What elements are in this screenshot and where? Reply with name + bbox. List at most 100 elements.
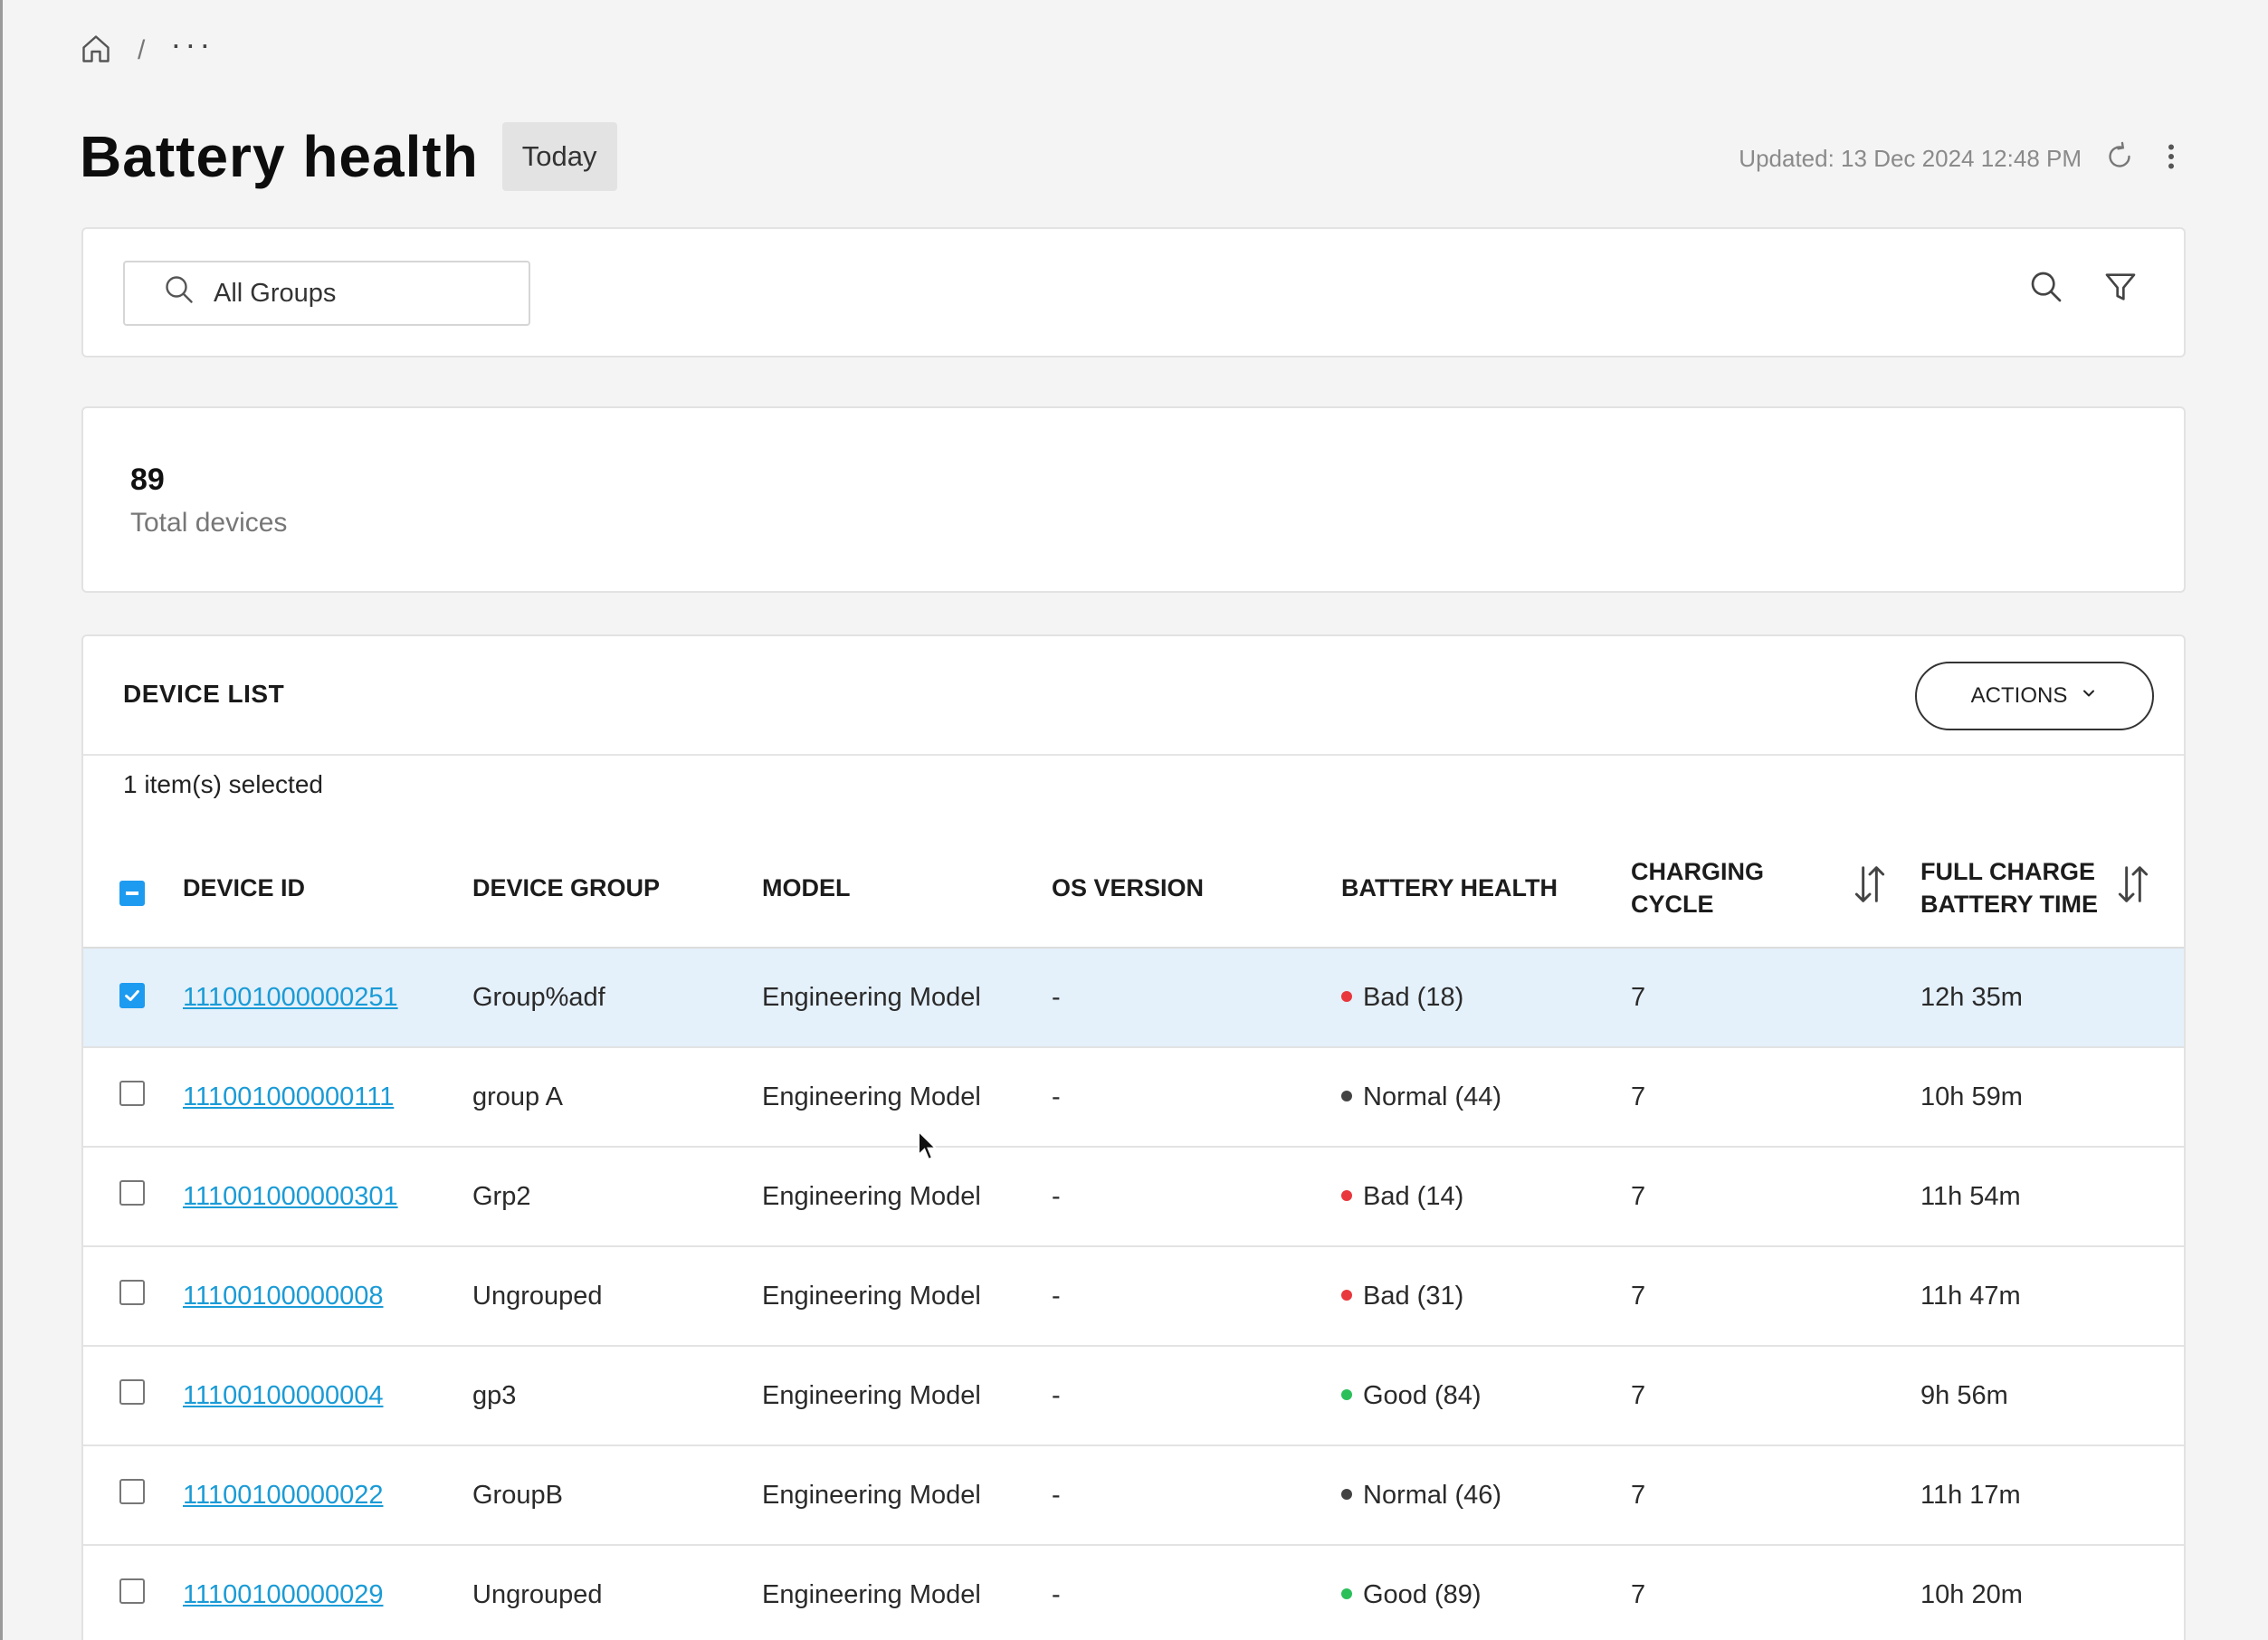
model-cell: Engineering Model	[762, 1445, 1052, 1546]
row-checkbox[interactable]	[119, 1081, 145, 1106]
device-list-card: DEVICE LIST ACTIONS 1 item(s) selected D…	[81, 634, 2186, 1640]
search-icon[interactable]	[2028, 269, 2064, 310]
refresh-icon[interactable]	[2103, 140, 2136, 177]
select-all-checkbox[interactable]	[119, 880, 145, 906]
device-group-cell: Ungrouped	[472, 1246, 762, 1347]
mouse-cursor-icon	[918, 1130, 939, 1161]
table-row[interactable]: 11100100000022 GroupB Engineering Model - No…	[83, 1445, 2184, 1546]
model-cell: Engineering Model	[762, 1346, 1052, 1446]
row-checkbox[interactable]	[119, 1479, 145, 1504]
sort-icon[interactable]	[2113, 863, 2153, 914]
battery-health-value: Normal (46)	[1363, 1480, 1502, 1510]
row-select-cell	[83, 1545, 183, 1640]
row-checkbox[interactable]	[119, 1280, 145, 1305]
period-badge[interactable]: Today	[501, 122, 617, 191]
battery-health-value: Bad (14)	[1363, 1181, 1464, 1211]
filter-icon[interactable]	[2102, 269, 2139, 310]
status-dot-icon	[1341, 990, 1352, 1002]
row-select-cell	[83, 948, 183, 1048]
os-version-cell: -	[1052, 948, 1341, 1048]
charging-cycle-cell: 7	[1631, 1047, 1920, 1148]
device-id-link[interactable]: 111001000000251	[183, 983, 398, 1012]
table-row[interactable]: 111001000000111 group A Engineering Model -…	[83, 1047, 2184, 1148]
full-charge-cell: 11h 54m	[1920, 1147, 2184, 1247]
device-id-link[interactable]: 11100100000029	[183, 1580, 384, 1609]
charging-cycle-cell: 7	[1631, 1445, 1920, 1546]
table-row[interactable]: 11100100000008 Ungrouped Engineering Model…	[83, 1246, 2184, 1347]
device-id-cell: 111001000000111	[183, 1047, 472, 1148]
charging-cycle-cell: 7	[1631, 1346, 1920, 1446]
battery-health-value: Good (84)	[1363, 1380, 1482, 1410]
filter-tools	[2028, 269, 2139, 310]
title-row: Battery health Today	[80, 116, 617, 197]
home-icon[interactable]	[80, 33, 112, 70]
header-device-id: DEVICE ID	[183, 830, 472, 949]
os-version-cell: -	[1052, 1346, 1341, 1446]
device-group-cell: group A	[472, 1047, 762, 1148]
device-id-cell: 11100100000029	[183, 1545, 472, 1640]
device-id-cell: 11100100000008	[183, 1246, 472, 1347]
total-devices-label: Total devices	[130, 508, 288, 538]
header-charging-cycle-cell: CHARGING CYCLE	[1631, 830, 1920, 949]
device-id-cell: 111001000000301	[183, 1147, 472, 1247]
full-charge-cell: 10h 59m	[1920, 1047, 2184, 1148]
status-dot-icon	[1341, 1588, 1352, 1599]
os-version-cell: -	[1052, 1147, 1341, 1247]
device-id-link[interactable]: 11100100000004	[183, 1381, 384, 1410]
device-id-link[interactable]: 111001000000301	[183, 1182, 398, 1211]
device-id-link[interactable]: 111001000000111	[183, 1082, 394, 1111]
full-charge-cell: 10h 20m	[1920, 1545, 2184, 1640]
row-checkbox[interactable]	[119, 1578, 145, 1604]
device-group-cell: gp3	[472, 1346, 762, 1446]
battery-health-cell: Normal (46)	[1341, 1445, 1631, 1546]
header-model: MODEL	[762, 830, 1052, 949]
model-cell: Engineering Model	[762, 1147, 1052, 1247]
sort-icon[interactable]	[1850, 863, 1890, 914]
model-cell: Engineering Model	[762, 948, 1052, 1048]
breadcrumb-more[interactable]: ···	[170, 28, 214, 61]
page-title: Battery health	[80, 124, 479, 189]
device-group-cell: Ungrouped	[472, 1545, 762, 1640]
charging-cycle-cell: 7	[1631, 948, 1920, 1048]
status-dot-icon	[1341, 1388, 1352, 1400]
device-id-cell: 11100100000022	[183, 1445, 472, 1546]
device-group-cell: Grp2	[472, 1147, 762, 1247]
battery-health-cell: Normal (44)	[1341, 1047, 1631, 1148]
table-row[interactable]: 111001000000301 Grp2 Engineering Model - Bad…	[83, 1147, 2184, 1247]
battery-health-cell: Bad (18)	[1341, 948, 1631, 1048]
header-battery-health: BATTERY HEALTH	[1341, 830, 1631, 949]
selected-count: 1 item(s) selected	[123, 770, 323, 798]
battery-health-cell: Good (89)	[1341, 1545, 1631, 1640]
device-id-link[interactable]: 11100100000008	[183, 1282, 384, 1311]
battery-health-value: Bad (18)	[1363, 982, 1464, 1012]
header-device-group: DEVICE GROUP	[472, 830, 762, 949]
checkmark-icon	[125, 989, 139, 1001]
full-charge-cell: 11h 17m	[1920, 1445, 2184, 1546]
actions-button[interactable]: ACTIONS	[1915, 662, 2154, 730]
row-checkbox[interactable]	[119, 1180, 145, 1206]
more-vertical-icon[interactable]	[2158, 140, 2185, 177]
group-select[interactable]: All Groups	[123, 261, 530, 326]
row-select-cell	[83, 1246, 183, 1347]
header-os-version: OS VERSION	[1052, 830, 1341, 949]
status-dot-icon	[1341, 1488, 1352, 1500]
battery-health-cell: Good (84)	[1341, 1346, 1631, 1446]
table-row[interactable]: 111001000000251 Group%adf Engineering Mode…	[83, 948, 2184, 1048]
full-charge-cell: 11h 47m	[1920, 1246, 2184, 1347]
device-id-link[interactable]: 11100100000022	[183, 1481, 384, 1510]
charging-cycle-cell: 7	[1631, 1246, 1920, 1347]
row-checkbox[interactable]	[119, 982, 145, 1008]
header-charging-cycle: CHARGING CYCLE	[1631, 858, 1764, 918]
row-checkbox[interactable]	[119, 1379, 145, 1405]
charging-cycle-cell: 7	[1631, 1545, 1920, 1640]
table-row[interactable]: 11100100000029 Ungrouped Engineering Model…	[83, 1545, 2184, 1640]
row-select-cell	[83, 1147, 183, 1247]
device-id-cell: 111001000000251	[183, 948, 472, 1048]
device-id-cell: 11100100000004	[183, 1346, 472, 1446]
row-select-cell	[83, 1346, 183, 1446]
breadcrumb-separator: /	[138, 35, 146, 65]
battery-health-value: Bad (31)	[1363, 1281, 1464, 1311]
table-row[interactable]: 11100100000004 gp3 Engineering Model - Good …	[83, 1346, 2184, 1446]
status-dot-icon	[1341, 1289, 1352, 1301]
header-full-charge-cell: FULL CHARGE BATTERY TIME	[1920, 830, 2184, 949]
